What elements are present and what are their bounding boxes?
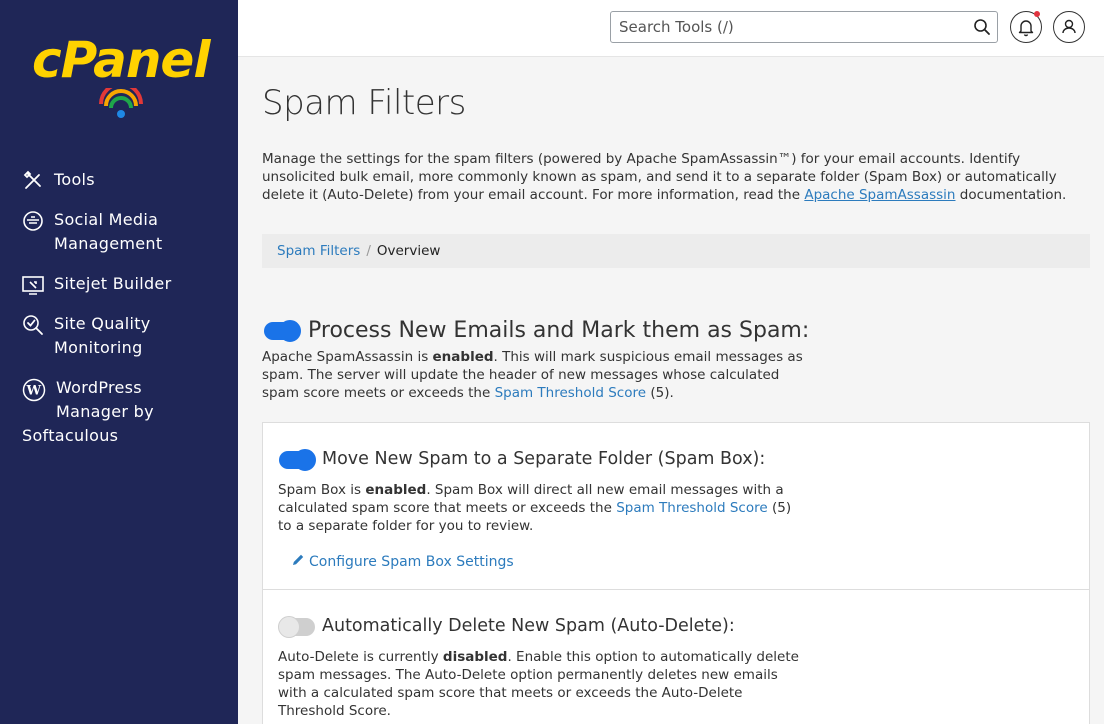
tools-icon [23, 170, 41, 189]
wordpress-icon: W [22, 378, 46, 402]
process-spam-toggle[interactable] [264, 320, 301, 342]
status-enabled: enabled [365, 482, 427, 498]
sidebar-item-label: Tools [54, 170, 95, 189]
top-bar [238, 0, 1104, 57]
configure-spam-box-link[interactable]: Configure Spam Box Settings [291, 553, 514, 571]
logo-text: cPanel [32, 31, 210, 89]
sidebar-item-sitejet[interactable]: Sitejet Builder [22, 272, 222, 298]
sitejet-icon [22, 276, 44, 295]
sidebar: cPanel Tools Social Media Management Sit… [0, 0, 238, 724]
auto-delete-toggle[interactable] [278, 616, 315, 638]
sidebar-item-site-quality[interactable]: Site Quality Monitoring [22, 312, 222, 362]
panel-divider [263, 589, 1089, 590]
toggle-knob [279, 320, 301, 342]
page-title: Spam Filters [262, 83, 466, 123]
spam-box-title: Move New Spam to a Separate Folder (Spam… [322, 449, 766, 469]
notifications-button[interactable] [1010, 11, 1042, 43]
sidebar-item-label: Site Quality Monitoring [54, 314, 151, 357]
status-disabled: disabled [442, 649, 508, 665]
sidebar-item-social-media[interactable]: Social Media Management [22, 208, 222, 258]
desc-text: Spam Box is [278, 482, 366, 498]
sidebar-item-tools[interactable]: Tools [22, 168, 222, 194]
user-icon [1062, 19, 1076, 34]
social-media-icon [23, 211, 43, 231]
desc-text: Auto-Delete is currently [278, 649, 443, 665]
sidebar-item-label: Social Media Management [54, 210, 163, 253]
cpanel-logo[interactable]: cPanel [32, 30, 222, 126]
desc-text: (5). [646, 385, 674, 401]
auto-delete-description: Auto-Delete is currently disabled. Enabl… [278, 648, 808, 720]
toggle-knob [278, 616, 300, 638]
status-enabled: enabled [432, 349, 494, 365]
breadcrumb-separator: / [366, 243, 371, 259]
search-input[interactable] [611, 12, 961, 42]
site-quality-icon [23, 315, 43, 335]
intro-suffix: documentation. [955, 187, 1067, 203]
user-menu-button[interactable] [1053, 11, 1085, 43]
spam-box-description: Spam Box is enabled. Spam Box will direc… [278, 481, 808, 535]
breadcrumb-spam-filters[interactable]: Spam Filters [277, 243, 360, 259]
spam-options-panel: Move New Spam to a Separate Folder (Spam… [262, 422, 1090, 724]
pencil-icon [293, 554, 304, 565]
search-icon[interactable] [973, 18, 991, 36]
notification-badge [1034, 11, 1040, 17]
toggle-knob [294, 449, 316, 471]
breadcrumb: Spam Filters / Overview [262, 234, 1090, 268]
configure-link-label: Configure Spam Box Settings [309, 554, 514, 570]
search-box [610, 11, 998, 43]
process-spam-description: Apache SpamAssassin is enabled. This wil… [262, 348, 807, 402]
auto-delete-title: Automatically Delete New Spam (Auto-Dele… [322, 616, 735, 636]
process-spam-title: Process New Emails and Mark them as Spam… [308, 318, 810, 343]
page-description: Manage the settings for the spam filters… [262, 150, 1092, 204]
svg-text:W: W [26, 384, 42, 399]
sidebar-item-label: WordPress Manager by [56, 378, 154, 421]
sidebar-item-label: Sitejet Builder [54, 274, 172, 293]
sidebar-item-wordpress[interactable]: W WordPress Manager by Softaculous [22, 376, 222, 450]
breadcrumb-current: Overview [376, 243, 441, 259]
spamassassin-docs-link[interactable]: Apache SpamAssassin [804, 187, 955, 203]
spam-threshold-link[interactable]: Spam Threshold Score [495, 385, 647, 401]
spam-box-toggle[interactable] [279, 449, 316, 471]
desc-text: Apache SpamAssassin is [262, 349, 433, 365]
sidebar-item-label-cont: Softaculous [22, 426, 119, 445]
wifi-rainbow-icon [99, 88, 143, 118]
spam-threshold-link[interactable]: Spam Threshold Score [616, 500, 768, 516]
